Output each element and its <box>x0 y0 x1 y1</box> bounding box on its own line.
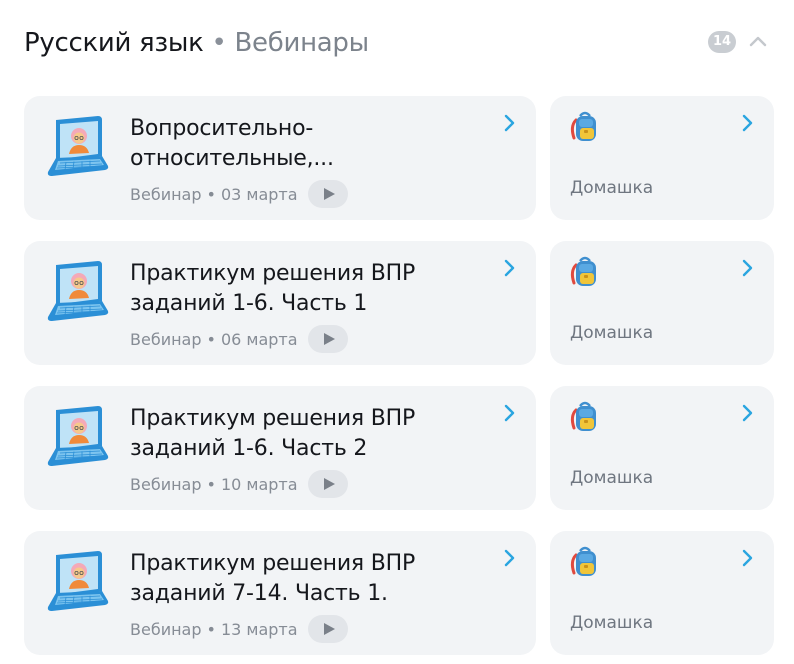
webinar-title: Практикум решения ВПР заданий 1-6. Часть… <box>130 259 470 319</box>
play-button[interactable] <box>307 180 348 208</box>
chevron-right-icon[interactable] <box>740 257 756 279</box>
webinar-card[interactable]: Практикум решения ВПР заданий 7-14. Част… <box>24 531 536 655</box>
homework-label: Домашка <box>570 178 654 198</box>
homework-card[interactable]: Домашка <box>550 386 774 510</box>
laptop-icon <box>47 261 109 321</box>
chevron-right-icon[interactable] <box>740 112 756 134</box>
lesson-type: Вебинар <box>130 474 202 494</box>
webinar-title-line: относительные,... <box>130 146 334 171</box>
lesson-date: 06 марта <box>220 329 298 349</box>
webinar-meta: Вебинар • 13 марта <box>130 615 348 643</box>
play-button[interactable] <box>307 470 348 498</box>
chevron-right-icon[interactable] <box>502 402 518 424</box>
meta-separator: • <box>206 474 216 494</box>
play-icon <box>323 623 335 635</box>
section-subtitle: Вебинары <box>234 28 370 58</box>
chevron-right-icon[interactable] <box>740 402 756 424</box>
webinar-title-line: заданий 1-6. Часть 1 <box>130 291 368 316</box>
webinar-meta: Вебинар • 03 марта <box>130 180 348 208</box>
lesson-date: 10 марта <box>220 474 298 494</box>
lesson-row: Практикум решения ВПР заданий 7-14. Част… <box>24 531 774 655</box>
webinar-meta: Вебинар • 10 марта <box>130 470 348 498</box>
meta-separator: • <box>206 329 216 349</box>
play-button[interactable] <box>307 615 348 643</box>
lesson-list: Вопросительно- относительные,... Вебинар… <box>24 96 774 655</box>
webinar-card[interactable]: Вопросительно- относительные,... Вебинар… <box>24 96 536 220</box>
backpack-icon <box>570 546 596 576</box>
webinar-title: Вопросительно- относительные,... <box>130 114 470 174</box>
backpack-icon <box>570 401 596 431</box>
chevron-right-icon[interactable] <box>502 547 518 569</box>
webinar-meta: Вебинар • 06 марта <box>130 325 348 353</box>
lesson-type: Вебинар <box>130 619 202 639</box>
webinar-title-line: заданий 7-14. Часть 1. <box>130 581 388 606</box>
subject-title: Русский язык <box>24 28 204 58</box>
meta-separator: • <box>206 619 216 639</box>
webinar-title: Практикум решения ВПР заданий 7-14. Част… <box>130 549 470 609</box>
backpack-icon <box>570 111 596 141</box>
lesson-date: 03 марта <box>220 184 298 204</box>
lesson-row: Вопросительно- относительные,... Вебинар… <box>24 96 774 220</box>
chevron-up-icon[interactable] <box>746 30 770 54</box>
webinar-title-line: Практикум решения ВПР <box>130 261 416 286</box>
webinar-title: Практикум решения ВПР заданий 1-6. Часть… <box>130 404 470 464</box>
chevron-right-icon[interactable] <box>740 547 756 569</box>
homework-card[interactable]: Домашка <box>550 241 774 365</box>
laptop-icon <box>47 406 109 466</box>
webinar-title-line: заданий 1-6. Часть 2 <box>130 436 368 461</box>
homework-card[interactable]: Домашка <box>550 96 774 220</box>
lesson-type: Вебинар <box>130 184 202 204</box>
laptop-icon <box>47 116 109 176</box>
chevron-right-icon[interactable] <box>502 257 518 279</box>
section-header[interactable]: Русский язык • Вебинары 14 <box>24 24 770 64</box>
webinar-title-line: Вопросительно- <box>130 116 314 141</box>
homework-label: Домашка <box>570 323 654 343</box>
section-title: Русский язык • Вебинары <box>24 26 369 60</box>
webinar-card[interactable]: Практикум решения ВПР заданий 1-6. Часть… <box>24 386 536 510</box>
lesson-type: Вебинар <box>130 329 202 349</box>
webinar-title-line: Практикум решения ВПР <box>130 551 416 576</box>
webinar-title-line: Практикум решения ВПР <box>130 406 416 431</box>
title-separator: • <box>211 28 227 58</box>
play-icon <box>323 333 335 345</box>
play-icon <box>323 478 335 490</box>
laptop-icon <box>47 551 109 611</box>
chevron-right-icon[interactable] <box>502 112 518 134</box>
count-badge: 14 <box>708 31 736 53</box>
lesson-row: Практикум решения ВПР заданий 1-6. Часть… <box>24 386 774 510</box>
lesson-row: Практикум решения ВПР заданий 1-6. Часть… <box>24 241 774 365</box>
lesson-date: 13 марта <box>220 619 298 639</box>
webinar-card[interactable]: Практикум решения ВПР заданий 1-6. Часть… <box>24 241 536 365</box>
meta-separator: • <box>206 184 216 204</box>
homework-label: Домашка <box>570 613 654 633</box>
homework-label: Домашка <box>570 468 654 488</box>
homework-card[interactable]: Домашка <box>550 531 774 655</box>
backpack-icon <box>570 256 596 286</box>
play-icon <box>323 188 335 200</box>
play-button[interactable] <box>307 325 348 353</box>
